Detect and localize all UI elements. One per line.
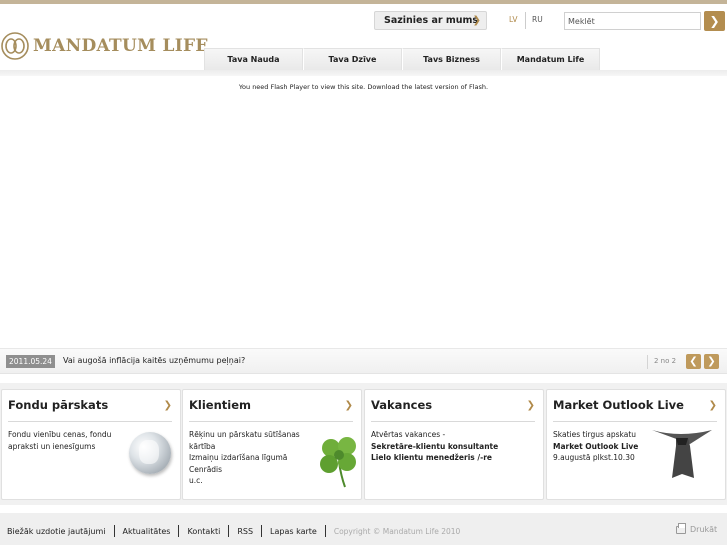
box-title[interactable]: Vakances [371, 398, 432, 412]
footer-link-news[interactable]: Aktualitātes [123, 527, 171, 536]
pager-divider [647, 355, 648, 369]
footer-divider [178, 525, 180, 537]
box-klientiem[interactable]: Klientiem ❯ Rēķinu un pārskatu sūtīšanas… [182, 389, 362, 500]
vacancy-link[interactable]: Lielo klientu menedžeris /-re [371, 452, 498, 464]
top-accent-line [0, 0, 727, 4]
search-input[interactable] [564, 12, 701, 30]
tab-tava-dzive[interactable]: Tava Dzīve [303, 48, 402, 70]
footer-link-rss[interactable]: RSS [237, 527, 253, 536]
copyright-text: Copyright © Mandatum Life 2010 [333, 526, 461, 536]
chevron-right-icon[interactable]: ❯ [709, 400, 717, 411]
box-line: Skaties tirgus apskatu [553, 430, 637, 439]
news-date-badge: 2011.05.24 [6, 355, 55, 368]
box-line: u.c. [189, 476, 203, 485]
language-ru-link[interactable]: RU [532, 15, 543, 24]
box-text: Rēķinu un pārskatu sūtīšanas kārtība Izm… [189, 429, 300, 487]
box-title[interactable]: Fondu pārskats [8, 398, 108, 412]
footer-links: Biežāk uzdotie jautājumi Aktualitātes Ko… [7, 525, 460, 537]
tab-tava-nauda[interactable]: Tava Nauda [204, 48, 303, 70]
footer-divider [228, 525, 230, 537]
box-line: apraksti un ienesīgums [8, 441, 96, 451]
logo-text: MANDATUM LIFE [33, 36, 209, 56]
chevron-right-icon[interactable]: ❯ [164, 400, 172, 411]
footer: Biežāk uzdotie jautājumi Aktualitātes Ko… [0, 513, 727, 545]
chevron-right-icon[interactable]: ❯ [527, 400, 535, 411]
main-nav: Tava Nauda Tava Dzīve Tavs Bizness Manda… [204, 48, 600, 70]
box-text: Atvērtas vakances - Sekretāre-klientu ko… [371, 429, 498, 464]
box-line[interactable]: Market Outlook Live [553, 441, 638, 453]
contact-us-label: Sazinies ar mums [384, 15, 479, 26]
footer-divider [261, 525, 263, 537]
search-submit-button[interactable]: ❯ [704, 11, 725, 31]
box-divider [553, 421, 717, 422]
flash-message[interactable]: You need Flash Player to view this site.… [0, 83, 727, 91]
chevron-right-icon: ❯ [707, 356, 716, 367]
box-line: Fondu vienību cenas, fondu [8, 430, 112, 439]
footer-link-faq[interactable]: Biežāk uzdotie jautājumi [7, 527, 106, 536]
contact-us-button[interactable]: Sazinies ar mums ❯ [374, 11, 487, 30]
globe-icon [129, 432, 171, 474]
box-line: Atvērtas vakances - [371, 430, 446, 439]
print-label: Drukāt [690, 525, 718, 534]
box-title[interactable]: Market Outlook Live [553, 398, 684, 412]
language-lv-link[interactable]: LV [509, 15, 518, 24]
box-market-outlook-live[interactable]: Market Outlook Live ❯ Skaties tirgus aps… [546, 389, 726, 500]
box-text: Skaties tirgus apskatu Market Outlook Li… [553, 429, 638, 464]
pager-count: 2 no 2 [654, 357, 677, 365]
box-line: Cenrādis [189, 464, 223, 474]
necktie-icon [652, 430, 712, 478]
footer-link-contacts[interactable]: Kontakti [187, 527, 220, 536]
box-line: Rēķinu un pārskatu sūtīšanas [189, 430, 300, 439]
box-divider [371, 421, 535, 422]
printer-icon [676, 522, 686, 534]
chevron-left-icon: ❮ [689, 356, 698, 367]
box-title[interactable]: Klientiem [189, 398, 251, 412]
box-line: kārtība [189, 441, 216, 451]
box-vakances[interactable]: Vakances ❯ Atvērtas vakances - Sekretāre… [364, 389, 544, 500]
news-ticker: 2011.05.24 Vai augošā inflācija kaitēs u… [0, 348, 727, 374]
print-button[interactable]: Drukāt [676, 522, 718, 534]
box-divider [8, 421, 172, 422]
footer-divider [324, 525, 326, 537]
tab-mandatum-life[interactable]: Mandatum Life [501, 48, 600, 70]
box-divider [189, 421, 353, 422]
chevron-right-icon: ❯ [709, 14, 720, 28]
box-line: Izmaiņu izdarīšana līgumā [189, 453, 288, 462]
chevron-right-icon: ❯ [472, 15, 481, 26]
footer-link-sitemap[interactable]: Lapas karte [270, 527, 317, 536]
nav-underbar [0, 70, 727, 76]
logo[interactable]: MANDATUM LIFE [0, 30, 209, 62]
clover-icon [320, 437, 356, 488]
footer-divider [113, 525, 115, 537]
vacancy-link[interactable]: Sekretāre-klientu konsultante [371, 441, 498, 453]
chevron-right-icon[interactable]: ❯ [345, 400, 353, 411]
language-divider [525, 12, 526, 29]
news-prev-button[interactable]: ❮ [686, 354, 701, 369]
news-headline-link[interactable]: Vai augošā inflācija kaitēs uzņēmumu peļ… [63, 356, 245, 365]
box-line: 9.augustā plkst.10.30 [553, 453, 635, 462]
box-fondu-parskats[interactable]: Fondu pārskats ❯ Fondu vienību cenas, fo… [1, 389, 181, 500]
logo-emblem-icon [1, 32, 29, 60]
news-next-button[interactable]: ❯ [704, 354, 719, 369]
box-text: Fondu vienību cenas, fondu apraksti un i… [8, 429, 111, 452]
tab-tavs-bizness[interactable]: Tavs Bizness [402, 48, 501, 70]
